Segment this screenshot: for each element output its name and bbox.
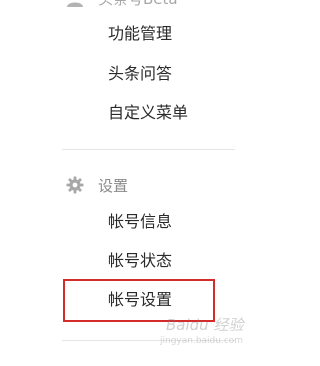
divider-top — [62, 149, 235, 150]
section-header-top-label: 头条号Beta — [98, 0, 178, 9]
menu-item-function-management[interactable]: 功能管理 — [108, 22, 172, 46]
section-header-settings: 设置 — [66, 174, 128, 196]
watermark-brand: Baidu 经验 — [166, 316, 244, 334]
sidebar-menu: 头条号Beta 功能管理 头条问答 自定义菜单 — [0, 0, 277, 366]
section-header-top: 头条号Beta — [66, 0, 178, 8]
menu-item-account-info[interactable]: 帐号信息 — [108, 210, 172, 234]
watermark: Baidu 经验 jingyan.baidu.com — [156, 310, 268, 356]
section-header-settings-label: 设置 — [98, 176, 129, 195]
menu-item-toutiao-qa[interactable]: 头条问答 — [108, 62, 172, 86]
user-icon — [66, 0, 84, 7]
menu-item-account-status[interactable]: 帐号状态 — [108, 249, 172, 273]
watermark-url: jingyan.baidu.com — [160, 336, 244, 346]
gear-icon — [66, 176, 84, 194]
menu-item-custom-menu[interactable]: 自定义菜单 — [108, 101, 188, 125]
